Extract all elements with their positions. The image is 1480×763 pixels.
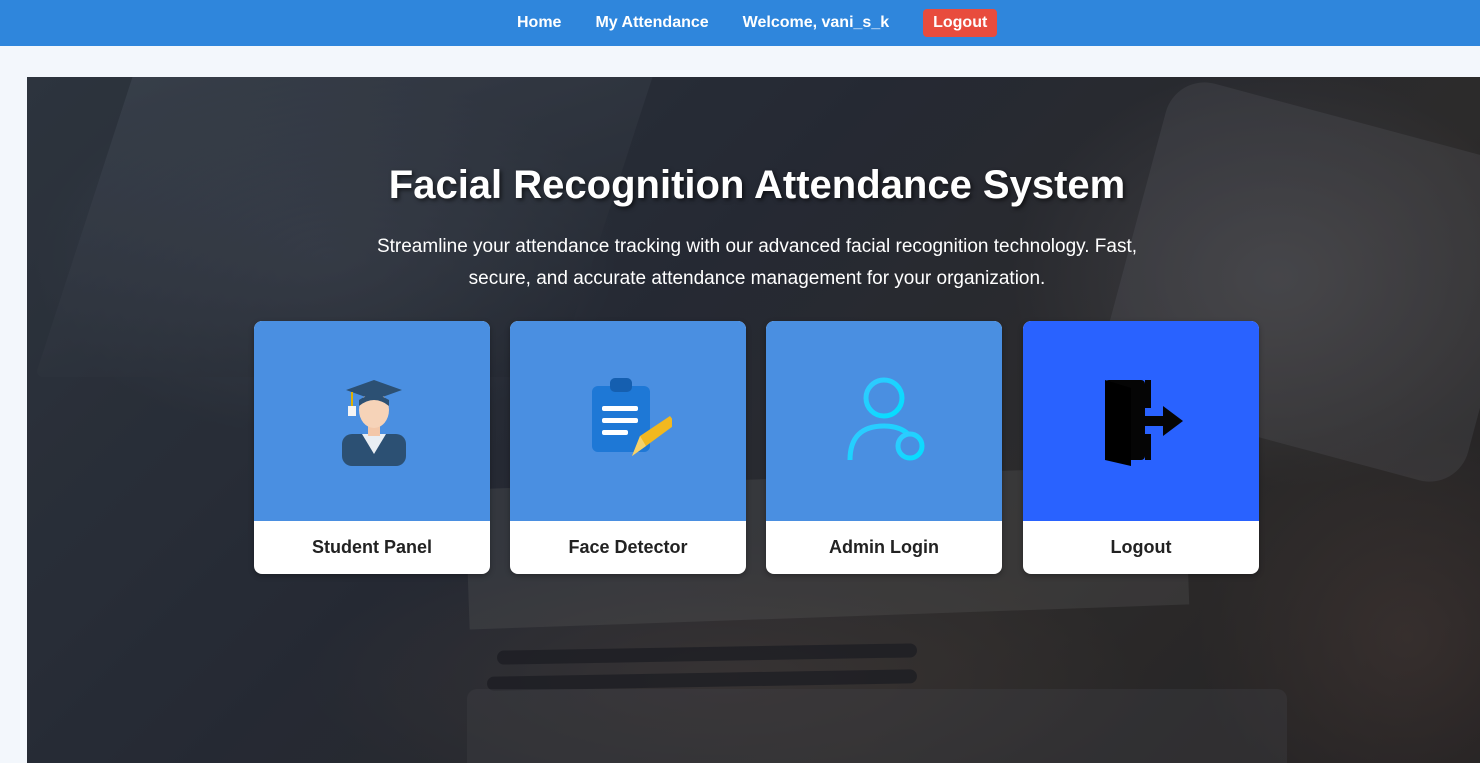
nav-home-link[interactable]: Home <box>517 14 561 32</box>
admin-login-card[interactable]: Admin Login <box>766 321 1002 574</box>
card-icon-area <box>766 321 1002 521</box>
student-panel-label: Student Panel <box>311 537 432 557</box>
card-icon-area <box>254 321 490 521</box>
graduate-student-icon <box>342 380 406 466</box>
card-icon-area <box>510 321 746 521</box>
face-detector-label: Face Detector <box>568 537 688 557</box>
nav-my-attendance-link[interactable]: My Attendance <box>595 14 708 32</box>
face-detector-card[interactable]: Face Detector <box>510 321 746 574</box>
logout-card[interactable]: Logout <box>1023 321 1259 574</box>
welcome-text: Welcome, vani_s_k <box>742 14 890 31</box>
student-panel-card[interactable]: Student Panel <box>254 321 490 574</box>
card-icon-area <box>1023 321 1259 521</box>
hero-section: Facial Recognition Attendance System Str… <box>27 77 1480 763</box>
user-key-icon <box>847 377 925 461</box>
admin-login-label: Admin Login <box>829 537 939 557</box>
logout-label: Logout <box>1110 537 1172 557</box>
door-exit-icon <box>1105 380 1183 466</box>
page-subtitle: Streamline your attendance tracking with… <box>376 236 1138 289</box>
top-navbar: Home My Attendance Welcome, vani_s_k Log… <box>0 0 1480 46</box>
clipboard-pencil-icon <box>592 378 672 456</box>
nav-logout-button[interactable]: Logout <box>923 9 998 37</box>
feature-cards: Student Panel Face Detector Admin Login … <box>254 321 1260 575</box>
nav-links: Home My Attendance Welcome, vani_s_k Log… <box>500 0 998 46</box>
page-title: Facial Recognition Attendance System <box>388 163 1126 207</box>
